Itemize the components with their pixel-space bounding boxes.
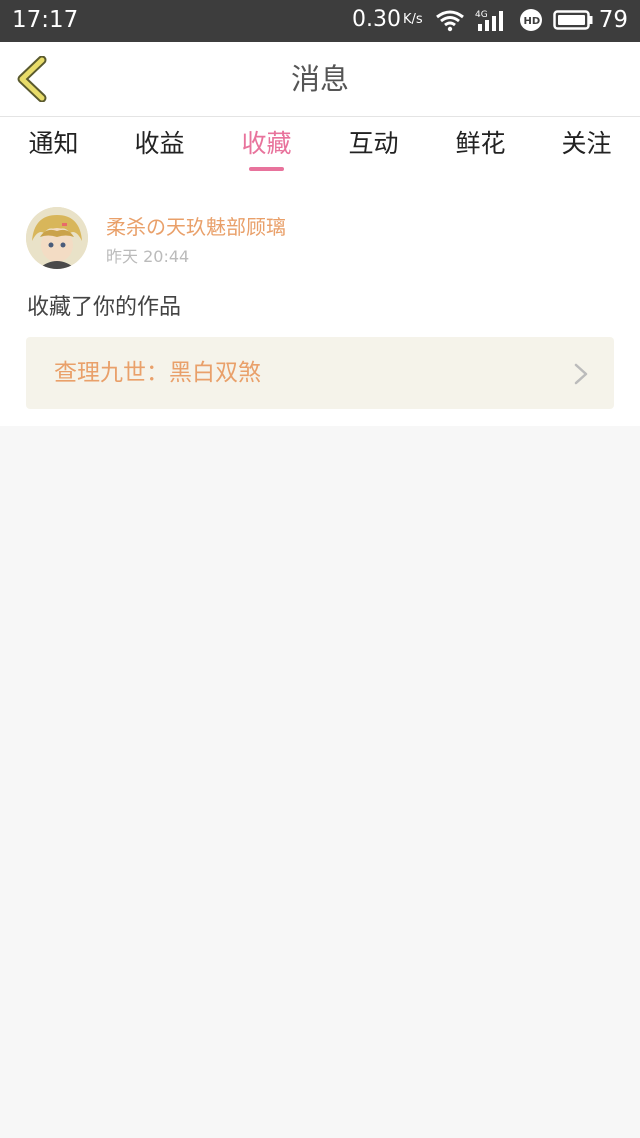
tab-label: 互动 [348,129,399,158]
message-item: 柔杀の天玖魅部顾璃 昨天 20:44 收藏了你的作品 查理九世：黑白双煞 [0,177,640,426]
battery-level: 79 [598,7,628,33]
network-speed: 0.30 [352,7,402,32]
svg-text:HD: HD [523,16,540,27]
tab-flowers[interactable]: 鲜花 [427,117,534,177]
back-button[interactable] [14,55,54,103]
tab-label: 鲜花 [455,129,506,158]
work-link[interactable]: 查理九世：黑白双煞 [26,337,614,409]
tab-interactions[interactable]: 互动 [320,117,427,177]
status-indicators: 0.30 K/s 4G HD 79 [352,6,628,34]
message-tabs: 通知 收益 收藏 互动 鲜花 关注 [0,117,640,177]
sender-name[interactable]: 柔杀の天玖魅部顾璃 [106,211,286,240]
status-time: 17:17 [12,7,79,33]
tab-follows[interactable]: 关注 [533,117,640,177]
chevron-left-icon [17,55,47,103]
network-speed-unit: K/s [403,12,423,27]
app-header: 消息 [0,42,640,117]
signal-4g-icon: 4G [475,8,509,32]
tab-label: 收益 [134,129,185,158]
wifi-icon [435,8,465,32]
tab-notifications[interactable]: 通知 [0,117,107,177]
tab-earnings[interactable]: 收益 [106,117,213,177]
active-tab-indicator [249,167,284,171]
hd-icon: HD [519,8,543,32]
chevron-right-icon [574,363,588,385]
tab-label: 关注 [561,129,612,158]
page-title: 消息 [290,62,349,96]
svg-text:4G: 4G [475,10,488,20]
tab-label: 收藏 [241,129,292,158]
status-bar: 17:17 0.30 K/s 4G HD 79 [0,0,640,42]
battery-icon [552,9,593,31]
avatar[interactable] [26,207,88,269]
message-time: 昨天 20:44 [106,247,190,266]
message-text: 收藏了你的作品 [27,295,182,320]
tab-label: 通知 [28,129,79,158]
tab-favorites[interactable]: 收藏 [213,117,320,177]
work-title: 查理九世：黑白双煞 [54,360,261,386]
